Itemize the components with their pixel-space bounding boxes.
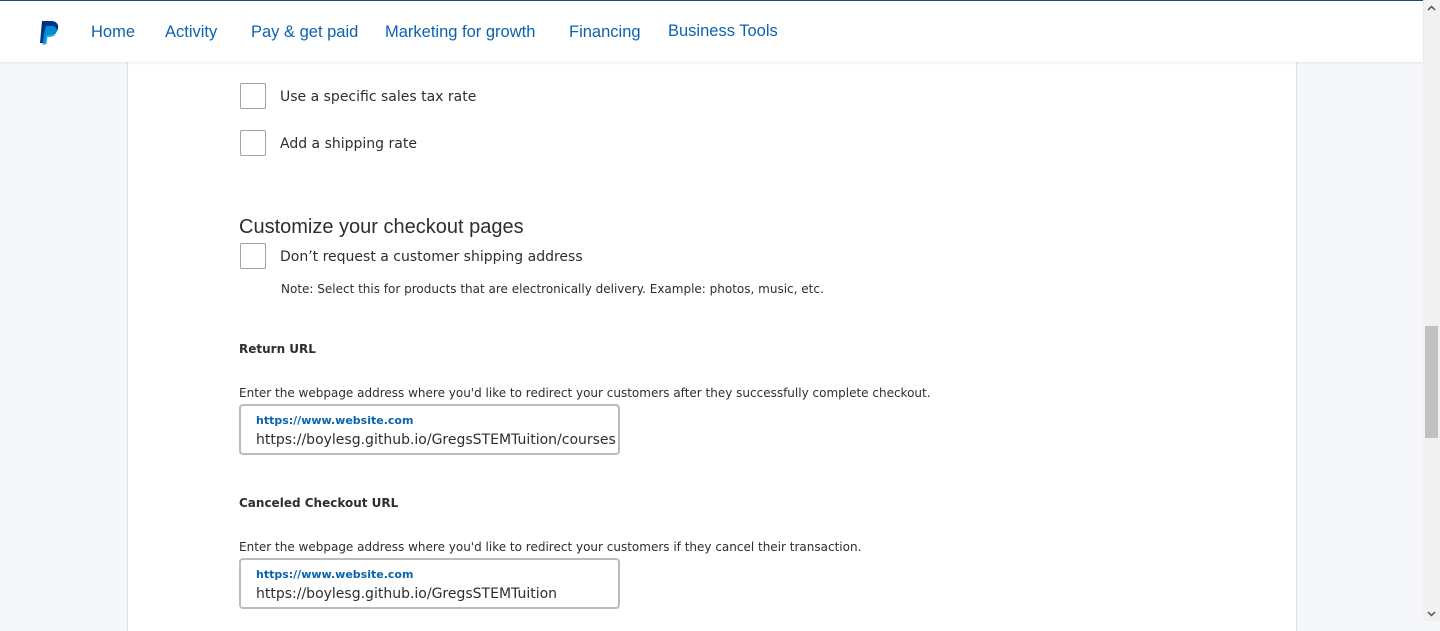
shipping-rate-label: Add a shipping rate <box>280 136 417 152</box>
top-navigation-bar: Home Activity Pay & get paid Marketing f… <box>0 0 1423 62</box>
return-url-field-label: https://www.website.com <box>256 414 414 427</box>
page-scrollbar[interactable] <box>1423 0 1440 621</box>
nav-financing[interactable]: Financing <box>569 23 641 42</box>
cancel-url-description: Enter the webpage address where you'd li… <box>239 540 862 554</box>
nav-business-tools[interactable]: Business Tools <box>668 22 778 41</box>
return-url-description: Enter the webpage address where you'd li… <box>239 386 931 400</box>
cancel-url-value[interactable]: https://boylesg.github.io/GregsSTEMTuiti… <box>256 586 557 602</box>
nav-activity[interactable]: Activity <box>165 23 217 42</box>
nav-pay-and-get-paid[interactable]: Pay & get paid <box>251 23 358 42</box>
shipping-rate-checkbox[interactable] <box>240 130 266 156</box>
paypal-logo-icon[interactable] <box>38 21 60 45</box>
scroll-up-arrow-icon[interactable] <box>1427 4 1436 13</box>
no-shipping-address-checkbox[interactable] <box>240 243 266 269</box>
scrollbar-thumb[interactable] <box>1425 326 1438 438</box>
scroll-down-arrow-icon[interactable] <box>1427 609 1436 618</box>
cancel-url-input[interactable]: https://www.website.com https://boylesg.… <box>239 558 620 609</box>
return-url-heading: Return URL <box>239 342 316 356</box>
nav-home[interactable]: Home <box>91 23 135 42</box>
nav-marketing-for-growth[interactable]: Marketing for growth <box>385 23 535 42</box>
cancel-url-heading: Canceled Checkout URL <box>239 496 399 510</box>
checkout-section-title: Customize your checkout pages <box>239 216 524 238</box>
return-url-input[interactable]: https://www.website.com https://boylesg.… <box>239 404 620 455</box>
sales-tax-checkbox[interactable] <box>240 83 266 109</box>
sales-tax-label: Use a specific sales tax rate <box>280 89 477 105</box>
return-url-value[interactable]: https://boylesg.github.io/GregsSTEMTuiti… <box>256 432 616 448</box>
electronic-delivery-note: Note: Select this for products that are … <box>281 282 824 296</box>
cancel-url-field-label: https://www.website.com <box>256 568 414 581</box>
no-shipping-address-label: Don’t request a customer shipping addres… <box>280 249 583 265</box>
